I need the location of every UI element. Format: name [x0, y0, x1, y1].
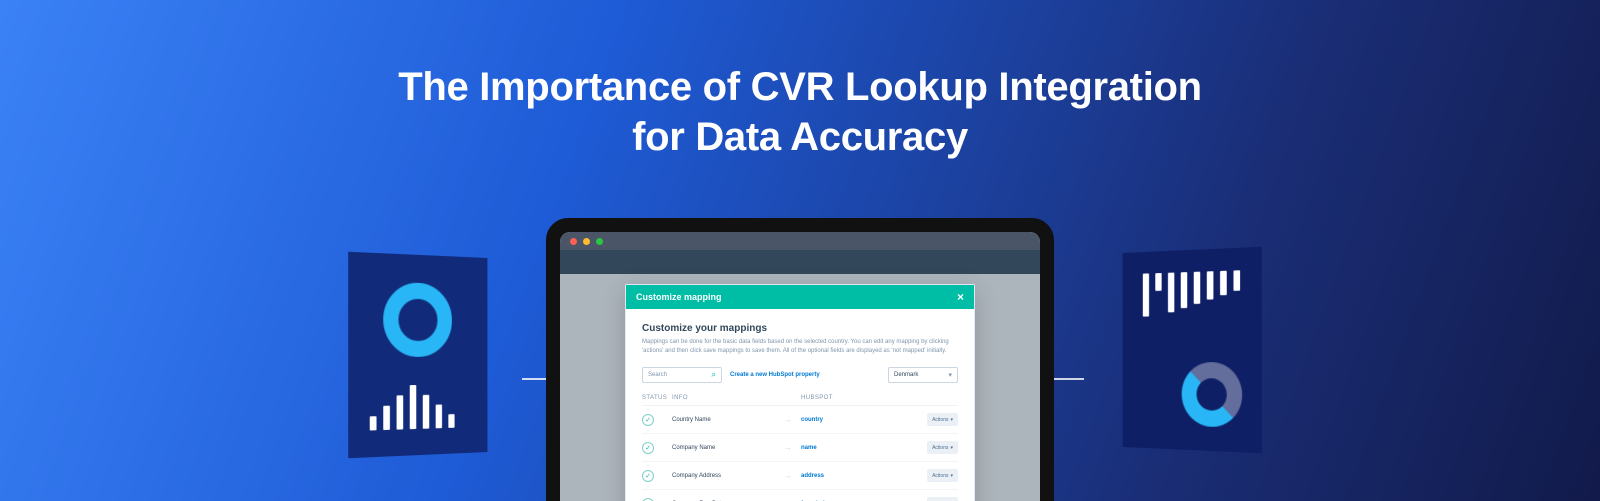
- customize-mapping-modal: Customize mapping × Customize your mappi…: [625, 284, 975, 501]
- close-icon[interactable]: ×: [957, 291, 964, 303]
- hubspot-cell: address: [801, 473, 904, 479]
- modal-heading: Customize your mappings: [642, 323, 958, 334]
- row-actions-button[interactable]: Actions▾: [927, 497, 958, 501]
- hero-banner: The Importance of CVR Lookup Integration…: [0, 0, 1600, 501]
- laptop-frame: Customize mapping × Customize your mappi…: [546, 218, 1054, 501]
- modal-controls-row: Search ⌕ Create a new HubSpot property D…: [642, 367, 958, 383]
- modal-body: Customize your mappings Mappings can be …: [626, 309, 974, 501]
- search-icon: ⌕: [712, 370, 716, 380]
- info-cell: Company Address: [672, 473, 775, 479]
- arrow-right-icon: →: [779, 443, 797, 452]
- hubspot-cell: name: [801, 445, 904, 451]
- create-property-link[interactable]: Create a new HubSpot property: [730, 372, 880, 378]
- search-placeholder: Search: [648, 372, 667, 378]
- country-select[interactable]: Denmark ▾: [888, 367, 958, 383]
- window-minimize-dot-icon: [583, 238, 590, 245]
- chevron-down-icon: ▾: [950, 473, 953, 479]
- bar-chart-icon: [370, 385, 455, 431]
- table-row: Company Reg Date → founded_year Actions▾: [642, 490, 958, 501]
- mapped-status-icon: [642, 414, 654, 426]
- window-maximize-dot-icon: [596, 238, 603, 245]
- modal-header-title: Customize mapping: [636, 292, 722, 302]
- modal-description: Mappings can be done for the basic data …: [642, 338, 958, 355]
- ring-chart-icon: [383, 282, 452, 357]
- window-close-dot-icon: [570, 238, 577, 245]
- arrow-right-icon: →: [779, 415, 797, 424]
- col-hubspot: HUBSPOT: [801, 395, 904, 401]
- browser-chrome: [560, 232, 1040, 250]
- hero-title-line1: The Importance of CVR Lookup Integration: [398, 65, 1202, 109]
- info-cell: Country Name: [672, 417, 775, 423]
- mapped-status-icon: [642, 470, 654, 482]
- table-row: Country Name → country Actions▾: [642, 406, 958, 434]
- donut-chart-icon: [1182, 362, 1243, 428]
- mapped-status-icon: [642, 442, 654, 454]
- hubspot-cell: country: [801, 417, 904, 423]
- bar-chart-icon: [1143, 270, 1240, 316]
- arrow-right-icon: →: [779, 471, 797, 480]
- table-row: Company Address → address Actions▾: [642, 462, 958, 490]
- country-selected-value: Denmark: [894, 372, 918, 378]
- table-row: Company Name → name Actions▾: [642, 434, 958, 462]
- mapping-table-header: STATUS INFO HUBSPOT: [642, 393, 958, 406]
- row-actions-button[interactable]: Actions▾: [927, 469, 958, 482]
- row-actions-button[interactable]: Actions▾: [927, 441, 958, 454]
- chevron-down-icon: ▾: [948, 371, 952, 379]
- chevron-down-icon: ▾: [950, 445, 953, 451]
- info-cell: Company Name: [672, 445, 775, 451]
- col-info: INFO: [672, 395, 775, 401]
- hero-title: The Importance of CVR Lookup Integration…: [0, 62, 1600, 162]
- chevron-down-icon: ▾: [950, 417, 953, 423]
- decor-panel-right: [1123, 247, 1262, 453]
- modal-header: Customize mapping ×: [626, 285, 974, 309]
- connector-line-right: [1049, 378, 1084, 380]
- hero-title-line2: for Data Accuracy: [632, 115, 968, 159]
- decor-panel-left: [348, 252, 487, 458]
- laptop-screen: Customize mapping × Customize your mappi…: [560, 232, 1040, 501]
- search-input[interactable]: Search ⌕: [642, 367, 722, 383]
- col-status: STATUS: [642, 395, 668, 401]
- app-top-nav: [560, 250, 1040, 274]
- row-actions-button[interactable]: Actions▾: [927, 413, 958, 426]
